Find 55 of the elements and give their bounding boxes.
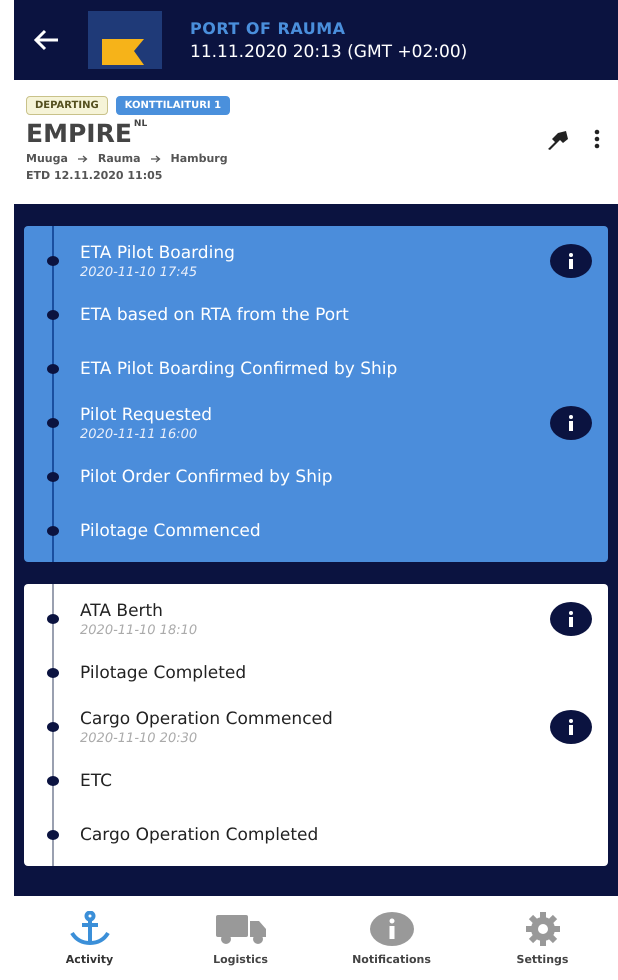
info-button[interactable] — [550, 406, 592, 440]
more-icon — [594, 129, 600, 149]
info-button[interactable] — [550, 244, 592, 278]
timeline-dot — [47, 364, 59, 374]
info-icon — [568, 415, 574, 431]
vessel-name: EMPIRE — [26, 119, 132, 148]
info-icon — [568, 253, 574, 269]
event-label: Cargo Operation Completed — [80, 825, 320, 845]
timeline-dot — [47, 256, 59, 266]
nav-tab[interactable]: Activity — [30, 910, 150, 966]
event-time: 2020-11-11 16:00 — [80, 426, 198, 442]
event-label: Pilot Order Confirmed by Ship — [80, 467, 334, 487]
info-icon — [568, 719, 574, 735]
timeline-dot — [47, 418, 59, 428]
timeline-dot — [47, 722, 59, 732]
info-icon — [568, 611, 574, 627]
info-icon — [368, 910, 414, 946]
flag-code: NL — [134, 119, 148, 129]
event-label: Cargo Operation Commenced — [80, 708, 334, 728]
port-title: PORT OF RAUMA — [190, 18, 347, 38]
nav-tab[interactable]: Notifications — [332, 910, 452, 966]
arrow-icon — [78, 154, 88, 162]
timeline-dot — [47, 614, 59, 624]
info-button[interactable] — [550, 602, 592, 636]
event-label: Pilot Requested — [80, 404, 214, 424]
etd-text: ETD 12.11.2020 11:05 — [26, 169, 164, 182]
nav-tab[interactable]: Settings — [482, 910, 602, 966]
back-icon[interactable] — [32, 28, 60, 52]
event-time: 2020-11-10 20:30 — [80, 730, 198, 746]
route-port: Muuga — [26, 152, 68, 165]
timeline-dot — [47, 526, 59, 536]
timeline-dot — [47, 310, 59, 320]
event-time: 2020-11-10 17:45 — [80, 264, 198, 280]
route-port: Hamburg — [170, 152, 228, 165]
timeline-dot — [47, 776, 59, 786]
event-time: 2020-11-10 18:10 — [80, 622, 198, 638]
event-label: Pilotage Commenced — [80, 521, 262, 541]
event-label: ATA Berth — [80, 600, 164, 620]
timeline-dot — [47, 830, 59, 840]
header-datetime: 11.11.2020 20:13 (GMT +02:00) — [190, 42, 468, 62]
nav-tab[interactable]: Logistics — [180, 910, 300, 966]
route-port: Rauma — [98, 152, 141, 165]
vessel-tag: DEPARTING — [26, 96, 108, 115]
anchor-icon — [68, 910, 112, 946]
event-label: ETA Pilot Boarding — [80, 242, 236, 262]
event-label: ETC — [80, 771, 113, 791]
logo-icon — [88, 11, 162, 69]
vessel-tag: KONTTILAITURI 1 — [116, 96, 230, 115]
event-label: ETA Pilot Boarding Confirmed by Ship — [80, 359, 398, 379]
timeline-dot — [47, 472, 59, 482]
event-label: Pilotage Completed — [80, 663, 248, 683]
arrow-icon — [150, 154, 161, 162]
timeline-dot — [47, 668, 59, 678]
event-label: ETA based on RTA from the Port — [80, 305, 350, 325]
info-button[interactable] — [550, 710, 592, 744]
